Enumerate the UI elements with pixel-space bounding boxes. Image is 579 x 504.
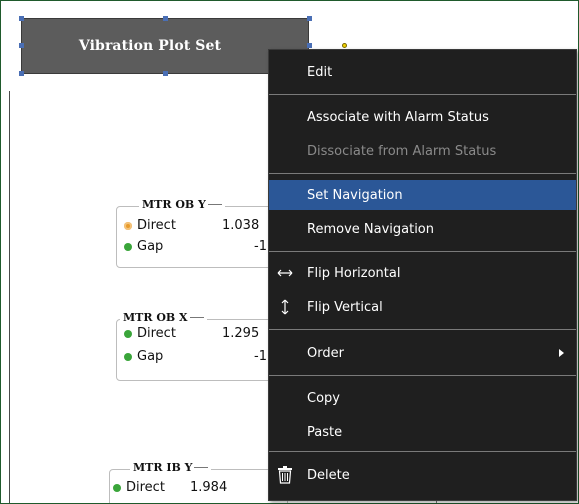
- direct-value: 1.038: [222, 218, 260, 233]
- menu-item-paste[interactable]: Paste: [269, 417, 576, 447]
- menu-separator: [269, 94, 576, 95]
- panel-title: MTR OB Y: [139, 198, 225, 211]
- selection-handle[interactable]: [19, 71, 24, 76]
- menu-item-flip-horizontal[interactable]: Flip Horizontal: [269, 258, 576, 288]
- trash-icon: [277, 466, 293, 484]
- panel-row-direct: Direct: [124, 326, 176, 341]
- menu-item-flip-vertical[interactable]: Flip Vertical: [269, 292, 576, 322]
- gap-value: -1: [254, 349, 267, 364]
- panel-title: MTR IB Y: [130, 461, 212, 474]
- status-dot-icon: [124, 329, 132, 338]
- menu-item-dissociate-alarm: Dissociate from Alarm Status: [307, 143, 497, 159]
- menu-separator: [269, 173, 576, 174]
- panel-title: MTR OB X: [120, 311, 207, 324]
- selection-handle[interactable]: [307, 43, 312, 48]
- menu-separator: [269, 251, 576, 252]
- rotate-handle[interactable]: [342, 43, 347, 48]
- selection-handle[interactable]: [163, 16, 168, 21]
- menu-item-edit[interactable]: Edit: [269, 57, 576, 87]
- title-box[interactable]: Vibration Plot Set: [21, 18, 309, 74]
- status-dot-icon: [124, 352, 132, 361]
- menu-item-delete[interactable]: Delete: [269, 460, 576, 490]
- menu-item-remove-navigation[interactable]: Remove Navigation: [269, 214, 576, 244]
- menu-item-associate-alarm[interactable]: Associate with Alarm Status: [269, 102, 576, 132]
- submenu-arrow-icon: [559, 349, 564, 357]
- status-dot-icon: [113, 483, 121, 492]
- menu-item-copy[interactable]: Copy: [269, 383, 576, 413]
- selection-handle[interactable]: [19, 16, 24, 21]
- selection-handle[interactable]: [307, 16, 312, 21]
- selection-handle[interactable]: [163, 71, 168, 76]
- panel-row-gap: Gap: [124, 239, 163, 254]
- gap-value: -1: [254, 239, 267, 254]
- canvas-line: [9, 91, 10, 503]
- menu-separator: [269, 375, 576, 376]
- selection-handle[interactable]: [19, 43, 24, 48]
- menu-separator: [269, 329, 576, 330]
- title-box-label: Vibration Plot Set: [78, 38, 222, 54]
- panel-mtr-ib-y[interactable]: MTR IB Y Direct 1.984: [109, 461, 288, 503]
- status-dot-icon: [124, 221, 132, 230]
- flip-horizontal-icon: [277, 265, 293, 281]
- panel-row-gap: Gap: [124, 349, 163, 364]
- context-menu: Edit Associate with Alarm Status Dissoci…: [268, 49, 577, 501]
- panel-mtr-ob-y[interactable]: MTR OB Y Direct 1.038 Gap -1: [116, 198, 288, 268]
- menu-separator: [269, 451, 576, 452]
- menu-item-order[interactable]: Order: [269, 338, 576, 368]
- panel-row-direct: Direct: [124, 218, 176, 233]
- panel-mtr-ob-x[interactable]: MTR OB X Direct 1.295 Gap -1: [116, 311, 288, 381]
- direct-value: 1.984: [190, 480, 228, 495]
- status-dot-icon: [124, 242, 132, 251]
- flip-vertical-icon: [277, 299, 293, 315]
- direct-value: 1.295: [222, 326, 260, 341]
- panel-row-direct: Direct: [113, 480, 165, 495]
- menu-item-set-navigation[interactable]: Set Navigation: [269, 180, 576, 210]
